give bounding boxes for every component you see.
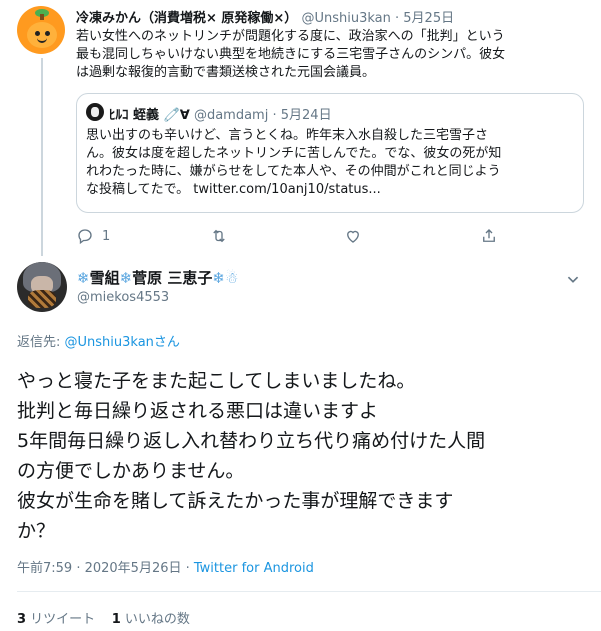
quoted-tweet-text: 思い出すのも辛いけど、言うとくね。昨年末入水自殺した三宅雪子さ ん。彼女は度を超… [86, 127, 576, 199]
name-part: 雪組 [89, 269, 120, 287]
text-line: 5年間毎日繰り返し入れ替わり立ち代り痛め付けた人間 [17, 430, 486, 452]
reply-context: 返信先: @Unshiu3kanさん [17, 331, 180, 350]
parent-tweet[interactable]: 冷凍みかん（消費増税× 原発稼働×） @Unshiu3kan · 5月25日 若… [0, 0, 601, 258]
text-line: の方便でしかありません。 [17, 460, 245, 482]
text-line: 批判と毎日繰り返される悪口は違いますよ [17, 400, 379, 422]
share-button[interactable] [480, 224, 498, 248]
parent-date[interactable]: 5月25日 [403, 11, 454, 26]
likes-label: いいねの数 [120, 612, 190, 627]
parent-handle[interactable]: @Unshiu3kan [301, 11, 390, 26]
retweet-button[interactable] [210, 224, 228, 248]
header-separator: · [272, 108, 277, 123]
reply-label: 返信先: [17, 335, 65, 350]
main-handle[interactable]: @miekos4553 [77, 290, 169, 305]
retweets-label: リツイート [26, 612, 96, 627]
likes-count: 1 [111, 612, 121, 627]
tweet-timestamp[interactable]: 午前7:59 · 2020年5月26日 · [17, 561, 194, 576]
parent-display-name[interactable]: 冷凍みかん（消費増税× 原発稼働×） [76, 11, 297, 26]
text-line: は過剰な報復的言動で書類送検された元国会議員。 [76, 65, 376, 80]
parent-avatar[interactable] [17, 6, 65, 54]
main-tweet-text: やっと寝た子をまた起こしてしまいましたね。 批判と毎日繰り返される悪口は違います… [17, 366, 597, 546]
text-line: 思い出すのも辛いけど、言うとくね。昨年末入水自殺した三宅雪子さ [86, 128, 488, 143]
reply-count: 1 [102, 228, 111, 244]
quoted-tweet-header: ﾋﾙｺ 蛭義 🧷∀ @damdamj · 5月24日 [109, 104, 332, 123]
quoted-handle: @damdamj [193, 108, 269, 123]
text-line: 彼女が生命を賭して訴えたかった事が理解できます [17, 490, 454, 512]
divider [17, 591, 601, 592]
tweet-source-link[interactable]: Twitter for Android [194, 561, 314, 576]
tweet-actions-bar: 1 [76, 224, 584, 248]
like-icon [347, 230, 359, 243]
share-icon [483, 229, 495, 242]
text-line: な投稿してたで。 twitter.com/10anj10/status... [86, 182, 381, 197]
likes-stat[interactable]: 1 いいねの数 [112, 612, 190, 627]
quoted-display-name: ﾋﾙｺ 蛭義 🧷∀ [109, 108, 190, 123]
snow-emoji: ❄☃ [212, 269, 239, 287]
text-line: れわたった時に、嫌がらせをしてた本人や、その仲間がこれと同じよう [86, 164, 501, 179]
text-line: 若い女性へのネットリンチが問題化する度に、政治家への「批判」という [76, 29, 505, 44]
retweets-stat[interactable]: 3 リツイート [17, 612, 95, 627]
reply-suffix: さん [153, 335, 180, 350]
retweet-icon [213, 229, 225, 243]
name-part: 菅原 三恵子 [132, 269, 213, 287]
parent-tweet-header: 冷凍みかん（消費増税× 原発稼働×） @Unshiu3kan · 5月25日 [76, 7, 454, 26]
text-line: か？ [17, 520, 56, 542]
reply-icon [78, 229, 92, 245]
like-button[interactable] [344, 224, 362, 248]
quoted-tweet[interactable]: ﾋﾙｺ 蛭義 🧷∀ @damdamj · 5月24日 思い出すのも辛いけど、言う… [76, 93, 584, 213]
reply-button[interactable]: 1 [76, 224, 110, 248]
engagement-stats: 3 リツイート 1 いいねの数 [17, 608, 190, 627]
snowflake-emoji: ❄ [77, 269, 90, 287]
chevron-down-icon[interactable] [562, 268, 584, 290]
header-separator: · [395, 11, 400, 26]
main-display-name[interactable]: ❄雪組❄菅原 三恵子❄☃ [77, 267, 238, 288]
tweet-meta: 午前7:59 · 2020年5月26日 · Twitter for Androi… [17, 557, 314, 576]
main-avatar[interactable] [17, 262, 67, 312]
text-line: やっと寝た子をまた起こしてしまいましたね。 [17, 370, 416, 392]
reply-to-link[interactable]: @Unshiu3kan [65, 335, 154, 350]
parent-tweet-text: 若い女性へのネットリンチが問題化する度に、政治家への「批判」という 最も混同しち… [76, 28, 586, 82]
text-line: 最も混同しちゃいけない典型を地続きにする三宅雪子さんのシンパ。彼女 [76, 47, 506, 62]
quoted-avatar [86, 103, 104, 121]
main-tweet: ❄雪組❄菅原 三恵子❄☃ @miekos4553 返信先: @Unshiu3ka… [0, 258, 601, 631]
retweets-count: 3 [17, 612, 27, 627]
snowflake-emoji: ❄ [119, 269, 133, 287]
quoted-date: 5月24日 [280, 108, 332, 123]
thread-connector-line [41, 58, 43, 256]
text-line: ん。彼女は度を超したネットリンチに苦しんでた。でな、彼女の死が知 [86, 146, 502, 161]
